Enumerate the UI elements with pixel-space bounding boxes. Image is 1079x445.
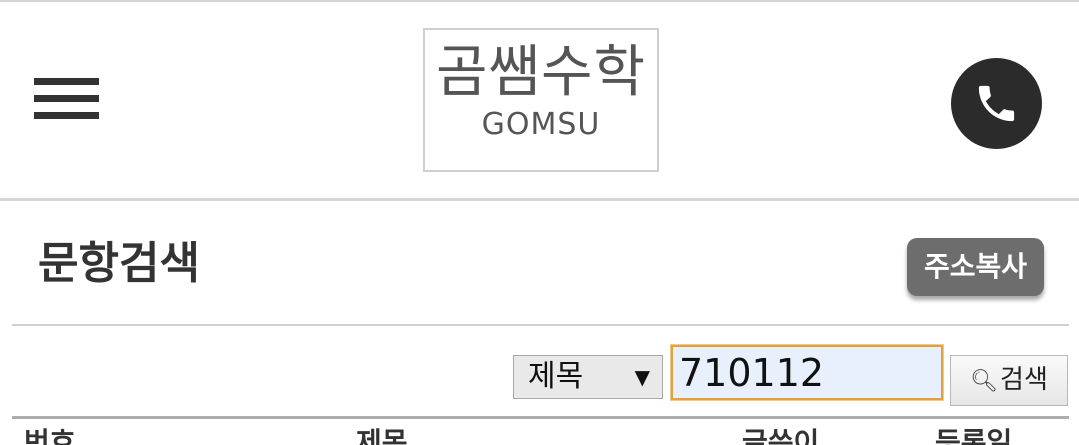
logo-subtitle: GOMSU <box>481 107 601 142</box>
phone-icon <box>978 85 1015 122</box>
table-top-divider <box>12 416 1069 419</box>
column-header-author: 글쓴이 <box>742 426 820 445</box>
table-header-row: 번호 제목 글쓴이 등록일 <box>0 426 1079 445</box>
site-logo[interactable]: 곰쌤수학 GOMSU <box>423 28 659 172</box>
title-divider <box>12 324 1069 326</box>
page-title: 문항검색 <box>38 238 200 289</box>
chevron-down-icon: ▼ <box>634 365 650 389</box>
column-header-title: 제목 <box>356 426 408 445</box>
column-header-number: 번호 <box>24 426 76 445</box>
menu-icon[interactable] <box>34 78 99 120</box>
logo-title: 곰쌤수학 <box>435 40 647 105</box>
search-input[interactable] <box>670 344 944 401</box>
search-icon: 🔍︎ <box>970 369 999 394</box>
site-header: 곰쌤수학 GOMSU <box>0 2 1079 198</box>
copy-address-button[interactable]: 주소복사 <box>907 238 1044 296</box>
search-button[interactable]: 🔍︎검색 <box>950 355 1068 406</box>
column-header-date: 등록일 <box>935 426 1013 445</box>
phone-call-button[interactable] <box>951 58 1042 149</box>
search-button-label: 검색 <box>1000 365 1048 395</box>
search-field-select[interactable]: 제목 ▼ <box>513 355 663 399</box>
search-field-selected: 제목 <box>528 359 584 394</box>
header-divider <box>0 198 1079 201</box>
